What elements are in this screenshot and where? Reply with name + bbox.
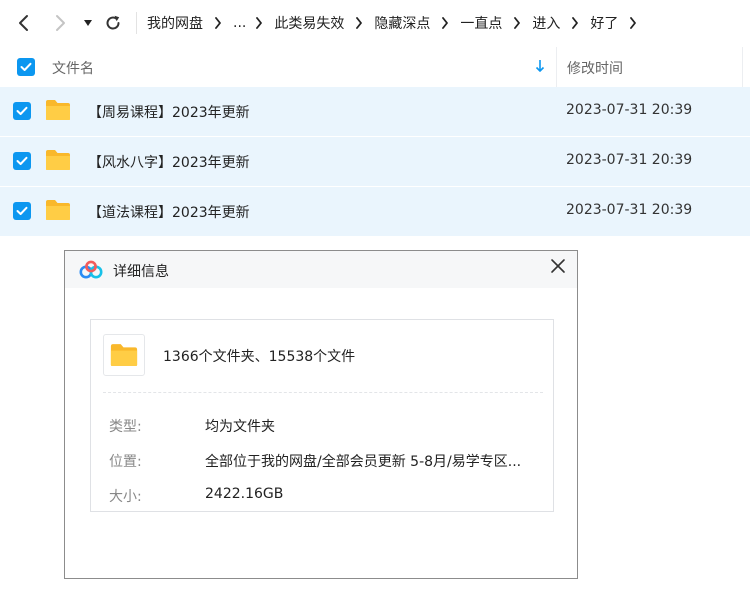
type-value: 均为文件夹 [205,419,275,435]
breadcrumb-item-current[interactable]: 好了 [590,13,618,33]
breadcrumb: 我的网盘 ... 此类易失效 隐藏深点 一直点 进入 好了 [147,13,648,33]
checkmark-icon [20,62,32,71]
location-label: 位置: [109,454,142,470]
breadcrumb-chevron-icon [355,17,363,29]
table-row[interactable]: 【道法课程】2023年更新 2023-07-31 20:39 [0,187,750,236]
row-checkbox[interactable] [13,102,31,120]
row-checkbox[interactable] [13,202,31,220]
file-list-header: 文件名 修改时间 [0,47,744,88]
refresh-icon [106,15,120,30]
breadcrumb-item[interactable]: 进入 [532,13,560,33]
caret-down-icon [84,20,92,26]
folder-icon [110,344,138,366]
sort-down-arrow-icon[interactable] [534,59,546,77]
table-row[interactable]: 【风水八字】2023年更新 2023-07-31 20:39 [0,137,750,186]
toolbar: 我的网盘 ... 此类易失效 隐藏深点 一直点 进入 好了 [0,0,750,46]
file-modified-time: 2023-07-31 20:39 [566,102,693,118]
type-label: 类型: [109,419,142,435]
column-divider[interactable] [556,47,557,87]
breadcrumb-item-root[interactable]: 我的网盘 [147,13,203,33]
table-row[interactable]: 【周易课程】2023年更新 2023-07-31 20:39 [0,87,750,136]
checkmark-icon [16,206,28,215]
breadcrumb-chevron-icon [513,17,521,29]
column-divider[interactable] [742,47,743,87]
file-modified-time: 2023-07-31 20:39 [566,202,693,218]
location-value[interactable]: 全部位于我的网盘/全部会员更新 5-8月/易学专区... [205,451,521,471]
baidu-netdisk-logo-icon [79,260,103,284]
card-divider [103,392,543,393]
checkmark-icon [16,156,28,165]
dialog-titlebar[interactable]: 详细信息 [65,251,577,288]
column-header-modified[interactable]: 修改时间 [567,58,623,78]
dialog-title: 详细信息 [113,264,169,280]
folder-thumbnail [103,334,145,376]
close-icon[interactable] [549,257,567,275]
refresh-button[interactable] [98,0,128,46]
toolbar-divider [136,12,137,34]
history-dropdown-button[interactable] [78,0,98,46]
select-all-checkbox[interactable] [17,58,35,76]
details-card: 1366个文件夹、15538个文件 类型: 均为文件夹 位置: 全部位于我的网盘… [90,319,554,512]
breadcrumb-chevron-icon [214,17,222,29]
file-name: 【周易课程】2023年更新 [88,105,250,121]
breadcrumb-chevron-icon [255,17,263,29]
file-name: 【道法课程】2023年更新 [88,205,250,221]
checkmark-icon [16,106,28,115]
column-header-name[interactable]: 文件名 [52,58,94,78]
size-value: 2422.16GB [205,486,284,502]
selection-summary: 1366个文件夹、15538个文件 [163,349,356,365]
folder-icon [45,149,71,175]
file-name: 【风水八字】2023年更新 [88,155,250,171]
size-label: 大小: [109,489,142,505]
folder-icon [45,199,71,225]
row-checkbox[interactable] [13,152,31,170]
breadcrumb-chevron-icon [571,17,579,29]
chevron-left-icon [19,15,28,31]
chevron-right-icon [56,15,65,31]
breadcrumb-item[interactable]: 此类易失效 [274,13,344,33]
breadcrumb-item[interactable]: 隐藏深点 [374,13,430,33]
details-dialog: 详细信息 1366个文件夹、15538个文件 类型: 均为文件夹 位置: 全部位… [64,250,578,579]
breadcrumb-chevron-icon [629,17,637,29]
folder-icon [45,99,71,125]
forward-button[interactable] [42,0,78,46]
breadcrumb-chevron-icon [441,17,449,29]
breadcrumb-item-ellipsis[interactable]: ... [233,15,246,31]
breadcrumb-item[interactable]: 一直点 [460,13,502,33]
file-modified-time: 2023-07-31 20:39 [566,152,693,168]
back-button[interactable] [6,0,42,46]
